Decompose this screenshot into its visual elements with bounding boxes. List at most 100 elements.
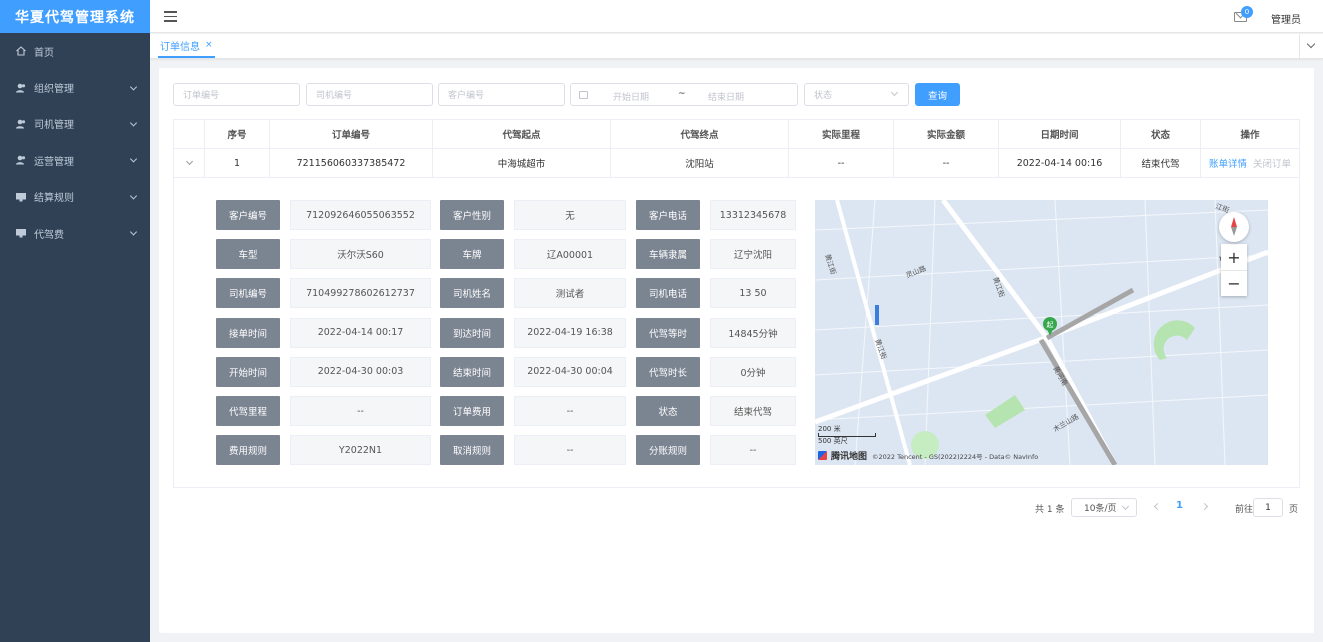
table-header-row: 序号 订单编号 代驾起点 代驾终点 实际里程 实际金额 日期时间 状态 操作 — [174, 120, 1299, 149]
end-date-input[interactable]: 结束日期 — [708, 90, 744, 103]
detail-value: -- — [514, 435, 626, 466]
column-header: 实际里程 — [789, 120, 894, 148]
sidebar-item-operations[interactable]: 运营管理 — [0, 142, 150, 178]
zoom-control: + − — [1221, 244, 1247, 296]
column-header: 订单编号 — [270, 120, 433, 148]
map-logo-text: 腾讯地图 — [831, 452, 868, 462]
table-cell: 721156060337385472 — [270, 149, 433, 177]
chevron-down-icon — [185, 157, 193, 166]
close-order-link[interactable]: 关闭订单 — [1253, 156, 1291, 170]
map-start-marker[interactable]: 起 — [1047, 321, 1054, 329]
sidebar-item-home[interactable]: 首页 — [0, 33, 150, 69]
table-row[interactable]: 1 721156060337385472 中海城超市 沈阳站 -- -- 202… — [174, 149, 1299, 178]
bill-detail-link[interactable]: 账单详情 — [1209, 156, 1247, 170]
map-attribution: 腾讯地图 ©2022 Tencent - GS(2022)2224号 - Dat… — [818, 449, 1038, 462]
goto-suffix: 页 — [1289, 505, 1299, 515]
sidebar-item-settlement[interactable]: 结算规则 — [0, 179, 150, 215]
next-page-button[interactable] — [1200, 502, 1209, 511]
message-badge: 0 — [1241, 6, 1253, 18]
detail-label: 司机姓名 — [440, 278, 504, 309]
column-header: 状态 — [1121, 120, 1201, 148]
goto-page-input[interactable]: 1 — [1253, 498, 1283, 517]
chevron-down-icon — [129, 192, 138, 200]
sidebar-item-label: 结算规则 — [34, 193, 74, 205]
detail-value: 13 50 — [710, 278, 796, 309]
sidebar-item-org[interactable]: 组织管理 — [0, 69, 150, 105]
detail-value: 测试者 — [514, 278, 626, 309]
order-no-input[interactable]: 订单编号 — [173, 83, 300, 106]
detail-value: Y2022N1 — [290, 435, 431, 466]
detail-value: 辽A00001 — [514, 239, 626, 270]
detail-value: -- — [710, 435, 796, 466]
calendar-icon — [579, 91, 588, 99]
query-button[interactable]: 查询 — [915, 83, 960, 106]
status-select-placeholder: 状态 — [814, 91, 833, 101]
detail-label: 车牌 — [440, 239, 504, 270]
detail-label: 结束时间 — [440, 356, 504, 387]
detail-label: 车辆隶属 — [636, 239, 700, 270]
detail-label: 费用规则 — [216, 435, 280, 466]
monitor-icon — [16, 192, 26, 202]
customer-no-input[interactable]: 客户编号 — [438, 83, 565, 106]
sidebar-item-label: 首页 — [34, 47, 54, 59]
order-table: 序号 订单编号 代驾起点 代驾终点 实际里程 实际金额 日期时间 状态 操作 1… — [173, 119, 1300, 488]
detail-label: 取消规则 — [440, 435, 504, 466]
detail-label: 分账规则 — [636, 435, 700, 466]
detail-value: 14845分钟 — [710, 317, 796, 348]
tab-order-info[interactable]: 订单信息 × — [158, 34, 215, 58]
zoom-out-button[interactable]: − — [1221, 270, 1247, 296]
sidebar: 华夏代驾管理系统 首页 组织管理 司机管理 运营管理 结算规则 代驾费 — [0, 0, 150, 642]
main-card: 订单编号 司机编号 客户编号 开始日期 ~ 结束日期 状态 查询 序号 订单编号… — [159, 68, 1314, 633]
scale-feet: 500 英尺 — [818, 437, 848, 445]
detail-value: 辽宁沈阳 — [710, 239, 796, 270]
status-select[interactable]: 状态 — [804, 83, 909, 106]
column-header: 代驾终点 — [611, 120, 789, 148]
top-header: 0 管理员 — [150, 0, 1323, 33]
sidebar-item-driver[interactable]: 司机管理 — [0, 106, 150, 142]
detail-label: 订单费用 — [440, 396, 504, 426]
tencent-map-logo-icon — [818, 451, 827, 460]
detail-label: 客户性别 — [440, 200, 504, 230]
detail-label: 开始时间 — [216, 356, 280, 387]
zoom-in-button[interactable]: + — [1221, 244, 1247, 270]
date-range-picker[interactable]: 开始日期 ~ 结束日期 — [570, 83, 798, 106]
chevron-down-icon — [129, 228, 138, 236]
detail-label: 状态 — [636, 396, 700, 426]
user-menu[interactable]: 管理员 — [1271, 11, 1301, 26]
row-expand-toggle[interactable] — [174, 149, 205, 177]
close-icon[interactable]: × — [205, 40, 213, 50]
actions-cell: 账单详情 关闭订单 — [1201, 149, 1299, 177]
page-size-select[interactable]: 10条/页 — [1071, 498, 1137, 517]
driver-no-input[interactable]: 司机编号 — [306, 83, 433, 106]
sidebar-item-label: 代驾费 — [34, 229, 64, 241]
sidebar-item-fee[interactable]: 代驾费 — [0, 215, 150, 251]
column-header: 序号 — [205, 120, 270, 148]
table-cell: 中海城超市 — [433, 149, 611, 177]
monitor-icon — [16, 229, 26, 238]
compass-icon[interactable] — [1219, 212, 1249, 242]
chevron-down-icon — [129, 119, 138, 127]
detail-label: 代驾时长 — [636, 356, 700, 387]
tab-label: 订单信息 — [160, 41, 200, 53]
chevron-down-icon — [1121, 502, 1130, 511]
detail-value: 2022-04-30 00:03 — [290, 356, 431, 387]
detail-value: 结束代驾 — [710, 396, 796, 426]
map-canvas: 起 黄江街 灵山路 松山 黄江街 黄江街 木兰山路 黄河南 江街 — [815, 200, 1268, 465]
tabs-dropdown-button[interactable] — [1299, 34, 1323, 58]
route-map[interactable]: 起 黄江街 灵山路 松山 黄江街 黄江街 木兰山路 黄河南 江街 — [815, 200, 1268, 465]
sidebar-item-label: 组织管理 — [34, 84, 74, 96]
detail-label: 司机编号 — [216, 278, 280, 309]
chevron-down-icon — [129, 155, 138, 163]
start-date-input[interactable]: 开始日期 — [613, 90, 649, 103]
current-page[interactable]: 1 — [1176, 500, 1183, 511]
page-size-value: 10条/页 — [1084, 504, 1117, 514]
map-scale: 200 米 500 英尺 — [818, 425, 876, 446]
detail-label: 客户编号 — [216, 200, 280, 230]
detail-value: 2022-04-14 00:17 — [290, 317, 431, 348]
hamburger-icon[interactable] — [164, 11, 177, 22]
table-cell: 结束代驾 — [1121, 149, 1201, 177]
column-header: 操作 — [1240, 130, 1260, 141]
prev-page-button[interactable] — [1153, 502, 1162, 511]
detail-value: -- — [290, 396, 431, 426]
detail-value: 沃尔沃S60 — [290, 239, 431, 270]
